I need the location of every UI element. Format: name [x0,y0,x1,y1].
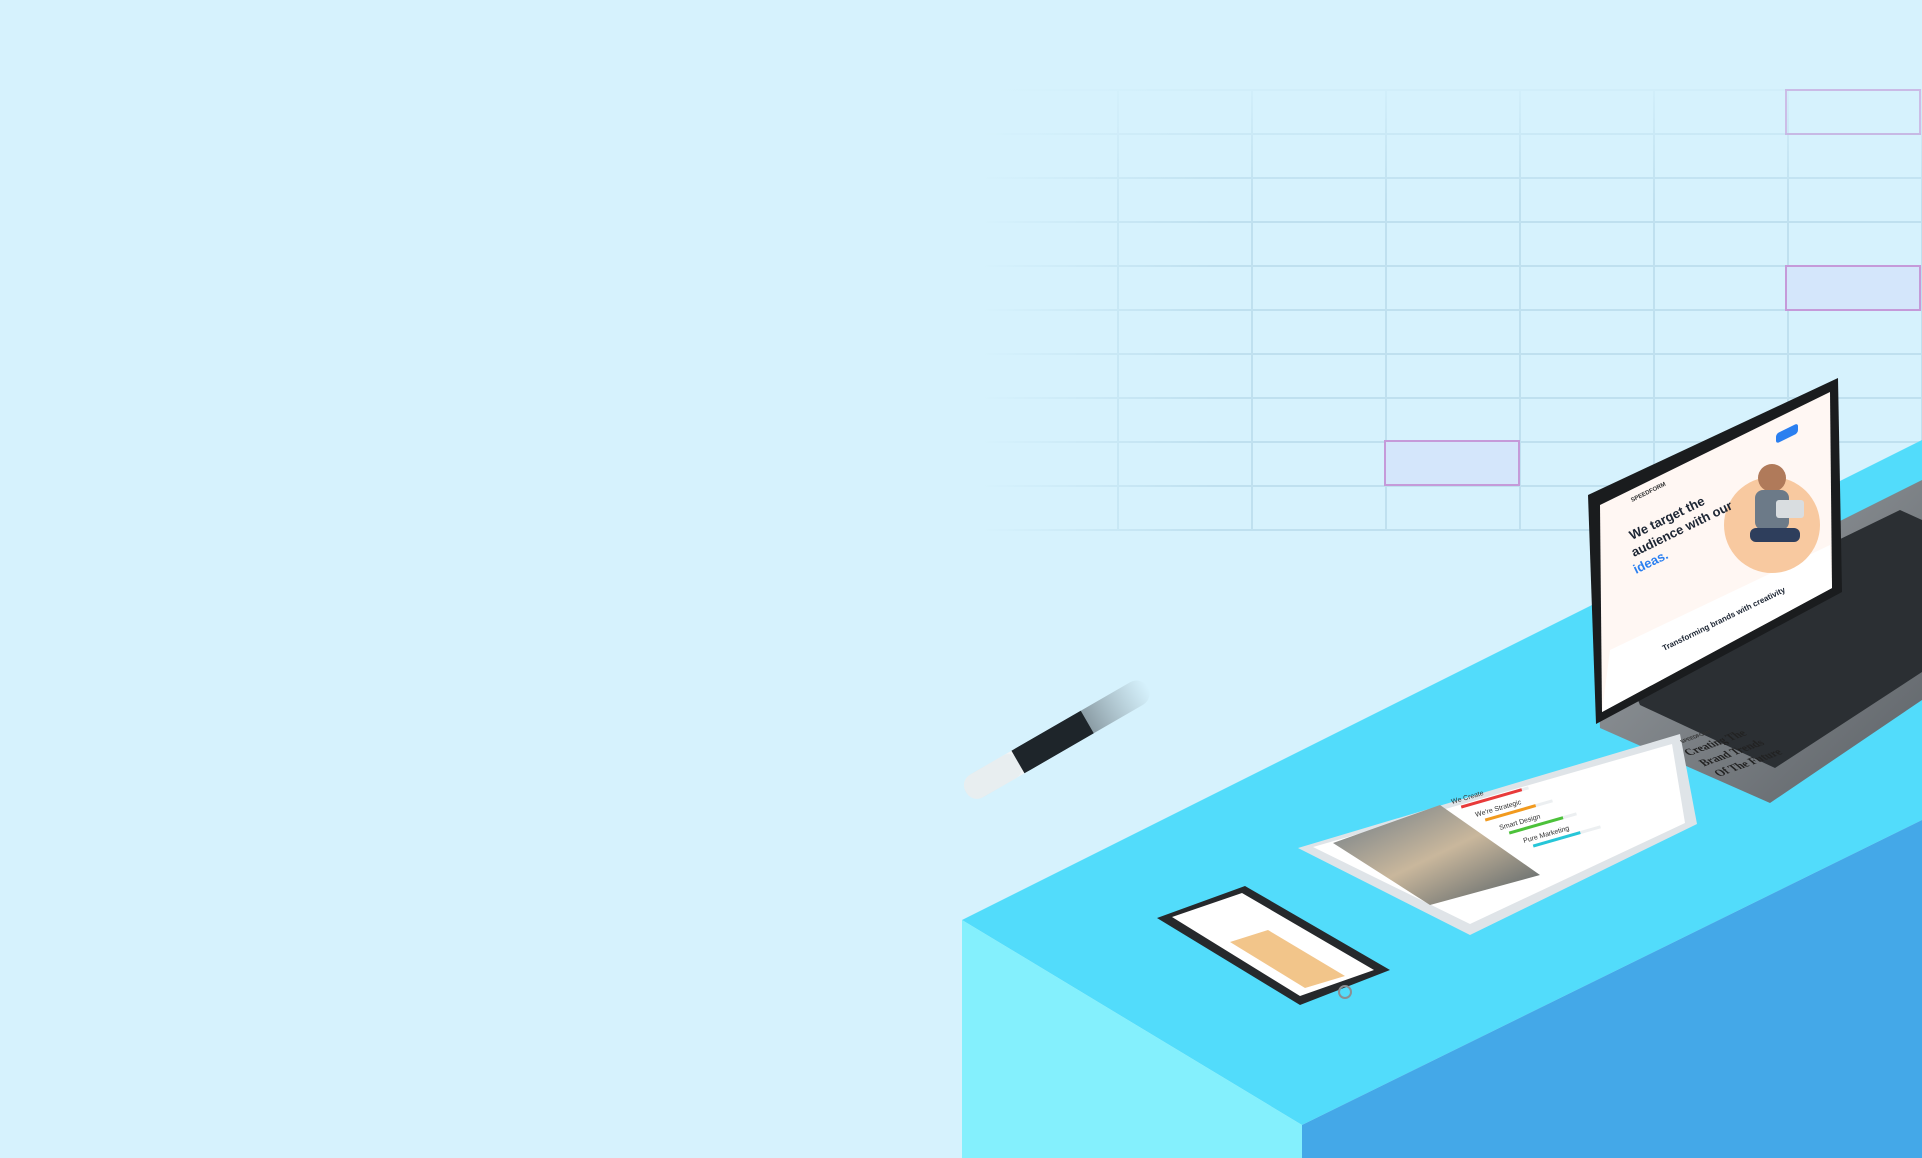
grid-highlight-cell [1384,440,1520,486]
hero-illustration: SPEEDFORM We target the audience with ou… [0,0,1922,1158]
hero-person-legs [1750,528,1800,542]
scene-svg: SPEEDFORM We target the audience with ou… [962,60,1922,1158]
stylus-pen-icon [963,680,1150,799]
hero-laptop-prop [1776,500,1804,518]
grid-highlight-cell [1785,265,1921,311]
hero-person-head [1758,464,1786,492]
